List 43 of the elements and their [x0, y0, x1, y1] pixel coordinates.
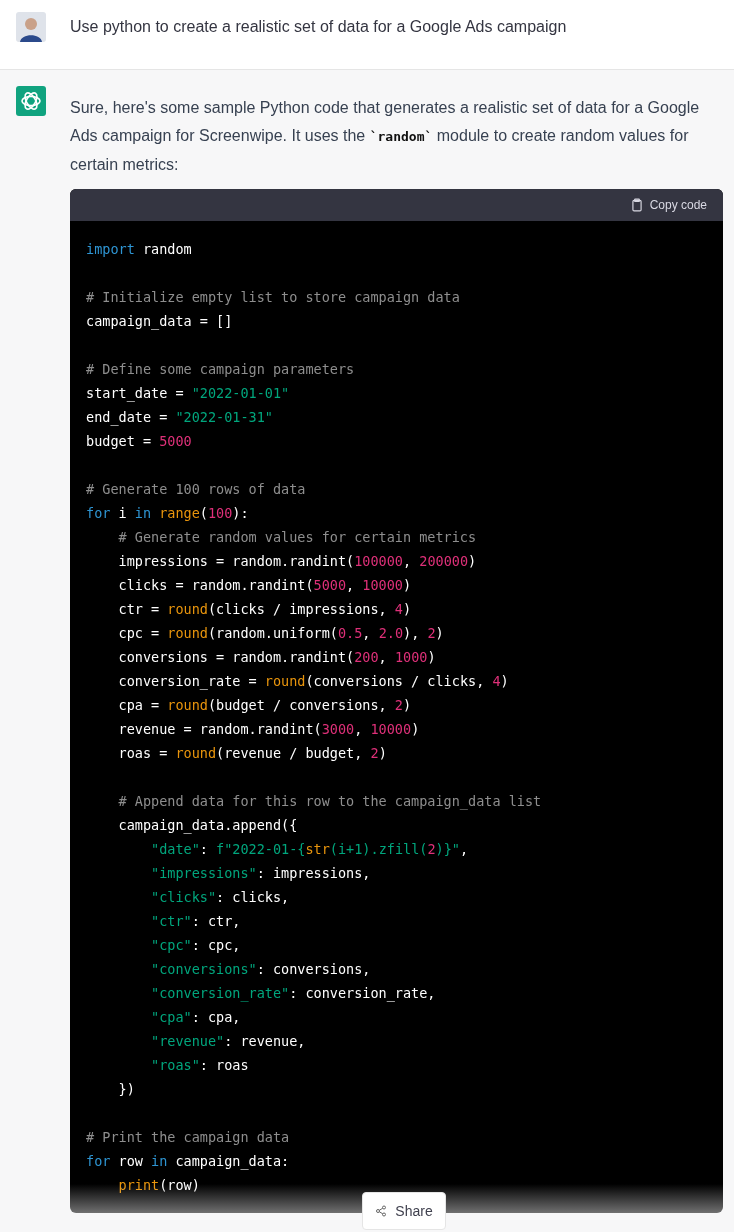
- code-line: "revenue": revenue,: [150, 1032, 307, 1051]
- code-line: "clicks": clicks,: [150, 888, 291, 907]
- code-line: conversion_rate = round(conversions / clicks, 4): [117, 672, 510, 692]
- code-line: impressions = random.randint(100000, 200000): [117, 552, 478, 571]
- code-line: "roas": roas: [150, 1056, 250, 1075]
- copy-code-button[interactable]: Copy code: [629, 198, 707, 212]
- assistant-message: Sure, here's some sample Python code that generates a realistic set of data for a Google Ads campaign for Screenwipe. It uses the `random` module to create random values for certain metrics:: [70, 98, 701, 175]
- code-line: # Generate 100 rows of data: [86, 480, 307, 499]
- code-line: budget = 5000: [86, 432, 193, 451]
- code-line: cpa = round(budget / conversions, 2): [117, 696, 413, 715]
- code-line: cpc = round(random.uniform(0.5, 2.0), 2): [117, 624, 445, 643]
- code-line: # Initialize empty list to store campaign data: [86, 288, 461, 307]
- code-line: ctr = round(clicks / impressions, 4): [117, 600, 413, 619]
- code-line: campaign_data.append({: [117, 816, 299, 836]
- share-button[interactable]: Share: [362, 1192, 446, 1230]
- code-line: for row in campaign_data:: [86, 1152, 291, 1172]
- code-line: conversions = random.randint(200, 1000): [117, 648, 437, 667]
- user-message: Use python to create a realistic set of data for a Google Ads campaign: [70, 17, 567, 37]
- code-line: # Define some campaign parameters: [86, 360, 356, 379]
- user-avatar: [16, 12, 46, 42]
- code-line: "conversions": conversions,: [150, 960, 372, 979]
- code-line: "impressions": impressions,: [150, 864, 372, 883]
- code-line: for i in range(100):: [86, 504, 250, 523]
- share-icon: [375, 1205, 388, 1217]
- code-line: import random: [86, 240, 193, 259]
- code-line: print(row): [117, 1176, 201, 1195]
- clipboard-icon: [629, 198, 644, 212]
- code-line: "conversion_rate": conversion_rate,: [150, 984, 437, 1004]
- code-line: # Generate random values for certain metrics: [117, 528, 478, 547]
- code-line: "cpc": cpc,: [150, 936, 242, 955]
- code-line: revenue = random.randint(3000, 10000): [117, 720, 421, 739]
- code-line: # Append data for this row to the campaign_data list: [117, 792, 543, 812]
- knot-icon: [16, 86, 46, 116]
- code-line: start_date = "2022-01-01": [86, 384, 291, 404]
- code-line: # Print the campaign data: [86, 1128, 291, 1147]
- code-line: clicks = random.randint(5000, 10000): [117, 576, 413, 595]
- code-line: roas = round(revenue / budget, 2): [117, 744, 388, 763]
- code-line: end_date = "2022-01-31": [86, 408, 274, 428]
- code-line: "date": f"2022-01-{str(i+1).zfill(2)}",: [150, 840, 470, 859]
- code-line: "cpa": cpa,: [150, 1008, 242, 1027]
- code-line: campaign_data = []: [86, 312, 234, 332]
- code-line: "ctr": ctr,: [150, 912, 242, 931]
- code-line: }): [117, 1080, 136, 1099]
